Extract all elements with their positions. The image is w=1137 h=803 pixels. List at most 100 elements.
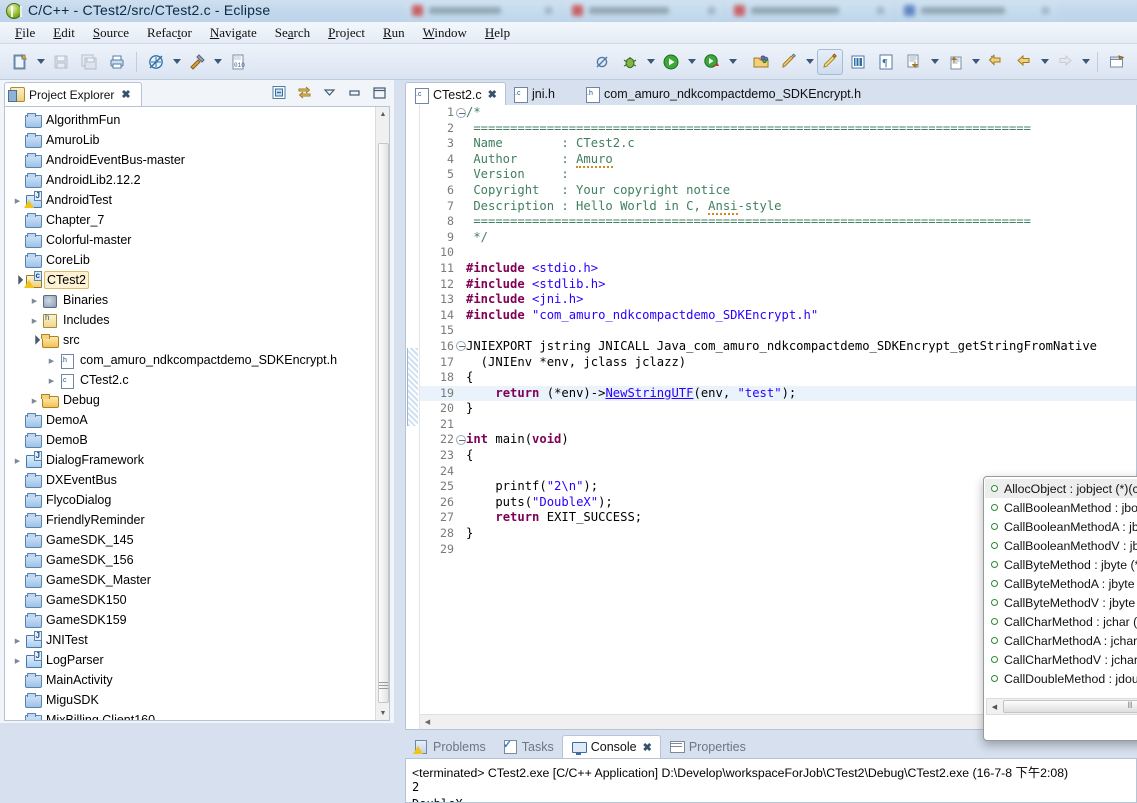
tab-tasks[interactable]: Tasks xyxy=(494,735,562,758)
proposal-item[interactable]: CallByteMethodA : jbyte (*)(const JNINat… xyxy=(985,574,1137,593)
proposal-item[interactable]: CallCharMethodA : jchar (*)(const JNINat… xyxy=(985,631,1137,650)
binary-010-icon[interactable]: 010 xyxy=(225,49,251,75)
scrollbar-thumb[interactable] xyxy=(378,143,389,703)
code-line[interactable]: 4 Author : Amuro xyxy=(420,152,1136,168)
menu-item-project[interactable]: Project xyxy=(319,23,374,43)
menu-item-search[interactable]: Search xyxy=(266,23,319,43)
build-all-icon[interactable] xyxy=(143,49,169,75)
tree-item-corelib[interactable]: CoreLib xyxy=(5,250,389,270)
tree-item-debug[interactable]: Debug xyxy=(5,390,389,410)
fold-toggle-icon[interactable] xyxy=(456,435,466,445)
code-line[interactable]: 15 xyxy=(420,323,1136,339)
search-caret[interactable] xyxy=(803,49,816,75)
tab-sdkencrypt-h[interactable]: com_amuro_ndkcompactdemo_SDKEncrypt.h xyxy=(577,82,869,106)
tree-item-gamesdk-156[interactable]: GameSDK_156 xyxy=(5,550,389,570)
previous-annotation-icon[interactable] xyxy=(942,49,968,75)
skip-breakpoints-icon[interactable] xyxy=(589,49,615,75)
tab-jni-h[interactable]: jni.h xyxy=(505,82,563,106)
scroll-up-icon[interactable]: ▲ xyxy=(376,107,390,121)
proposal-item[interactable]: CallBooleanMethodV : jboolean (*)(const … xyxy=(985,536,1137,555)
tree-item-jnitest[interactable]: JNITest xyxy=(5,630,389,650)
code-line[interactable]: 14#include "com_amuro_ndkcompactdemo_SDK… xyxy=(420,308,1136,324)
maximize-icon[interactable] xyxy=(371,84,388,101)
assist-horizontal-scrollbar[interactable]: ◀ ▶ xyxy=(986,698,1137,715)
external-tools-caret[interactable] xyxy=(726,49,739,75)
new-file-icon[interactable] xyxy=(7,49,33,75)
tab-project-explorer[interactable]: Project Explorer ✖ xyxy=(4,82,142,106)
scroll-left-icon[interactable]: ◀ xyxy=(420,715,435,729)
pilcrow-icon[interactable]: ¶ xyxy=(873,49,899,75)
code-line[interactable]: 19 return (*env)->NewStringUTF(env, "tes… xyxy=(420,386,1136,402)
tree-item-ctest2[interactable]: CTest2 xyxy=(5,270,389,290)
collapse-all-icon[interactable] xyxy=(271,84,288,101)
expand-arrow-closed-icon[interactable] xyxy=(45,356,58,365)
code-line[interactable]: 17 (JNIEnv *env, jclass jclazz) xyxy=(420,355,1136,371)
code-line[interactable]: 5 Version : xyxy=(420,167,1136,183)
tree-item-androidlib2-12-2[interactable]: AndroidLib2.12.2 xyxy=(5,170,389,190)
tree-item-gamesdk150[interactable]: GameSDK150 xyxy=(5,590,389,610)
proposal-item[interactable]: CallCharMethodV : jchar (*)(const JNINat… xyxy=(985,650,1137,669)
tree-item-amurolib[interactable]: AmuroLib xyxy=(5,130,389,150)
minimize-icon[interactable] xyxy=(346,84,363,101)
code-line[interactable]: 8 ======================================… xyxy=(420,214,1136,230)
expand-arrow-closed-icon[interactable] xyxy=(45,376,58,385)
code-line[interactable]: 12#include <stdlib.h> xyxy=(420,277,1136,293)
forward-caret[interactable] xyxy=(1079,49,1092,75)
tree-item-colorful-master[interactable]: Colorful-master xyxy=(5,230,389,250)
menu-item-window[interactable]: Window xyxy=(414,23,476,43)
tree-item-mainactivity[interactable]: MainActivity xyxy=(5,670,389,690)
expand-arrow-closed-icon[interactable] xyxy=(11,636,24,645)
code-line[interactable]: 16JNIEXPORT jstring JNICALL Java_com_amu… xyxy=(420,339,1136,355)
tree-item-includes[interactable]: Includes xyxy=(5,310,389,330)
tree-item-migusdk[interactable]: MiguSDK xyxy=(5,690,389,710)
scroll-left-icon[interactable]: ◀ xyxy=(987,699,1002,714)
code-line[interactable]: 9 */ xyxy=(420,230,1136,246)
close-icon[interactable]: ✖ xyxy=(643,741,652,754)
project-tree[interactable]: AlgorithmFunAmuroLibAndroidEventBus-mast… xyxy=(4,106,390,721)
tree-item-dxeventbus[interactable]: DXEventBus xyxy=(5,470,389,490)
tab-ctest2-c[interactable]: CTest2.c ✖ xyxy=(405,82,506,106)
menu-item-file[interactable]: File xyxy=(6,23,44,43)
menu-item-navigate[interactable]: Navigate xyxy=(201,23,266,43)
proposal-item[interactable]: CallBooleanMethod : jboolean (*)(const J… xyxy=(985,498,1137,517)
previous-annotation-caret[interactable] xyxy=(969,49,982,75)
proposal-item[interactable]: CallCharMethod : jchar (*)(const JNINati… xyxy=(985,612,1137,631)
view-menu-icon[interactable] xyxy=(321,84,338,101)
fold-toggle-icon[interactable] xyxy=(456,108,466,118)
fold-toggle-icon[interactable] xyxy=(456,341,466,351)
back-icon[interactable] xyxy=(1011,49,1037,75)
expand-arrow-closed-icon[interactable] xyxy=(11,456,24,465)
debug-bug-icon[interactable] xyxy=(617,49,643,75)
code-line[interactable]: 20} xyxy=(420,401,1136,417)
run-icon[interactable] xyxy=(658,49,684,75)
expand-arrow-closed-icon[interactable] xyxy=(28,316,41,325)
menu-item-refactor[interactable]: Refactor xyxy=(138,23,201,43)
code-line[interactable]: 22int main(void) xyxy=(420,432,1136,448)
menu-item-help[interactable]: Help xyxy=(476,23,519,43)
expand-arrow-closed-icon[interactable] xyxy=(11,656,24,665)
tree-item-logparser[interactable]: LogParser xyxy=(5,650,389,670)
tree-item-androidtest[interactable]: AndroidTest xyxy=(5,190,389,210)
expand-arrow-open-icon[interactable] xyxy=(11,275,24,286)
next-annotation-caret[interactable] xyxy=(928,49,941,75)
code-line[interactable]: 23{ xyxy=(420,448,1136,464)
build-hammer-icon[interactable] xyxy=(184,49,210,75)
tree-item-dialogframework[interactable]: DialogFramework xyxy=(5,450,389,470)
show-whitespace-icon[interactable] xyxy=(845,49,871,75)
debug-caret[interactable] xyxy=(644,49,657,75)
expand-arrow-closed-icon[interactable] xyxy=(28,396,41,405)
tree-item-src[interactable]: src xyxy=(5,330,389,350)
last-edit-location-icon[interactable] xyxy=(983,49,1009,75)
code-line[interactable]: 7 Description : Hello World in C, Ansi-s… xyxy=(420,199,1136,215)
tree-item-gamesdk159[interactable]: GameSDK159 xyxy=(5,610,389,630)
new-window-icon[interactable] xyxy=(1104,49,1130,75)
code-line[interactable]: 3 Name : CTest2.c xyxy=(420,136,1136,152)
proposal-item[interactable]: CallDoubleMethod : jdouble (*)(const JNI… xyxy=(985,669,1137,688)
tree-item-androideventbus-master[interactable]: AndroidEventBus-master xyxy=(5,150,389,170)
code-line[interactable]: 18{ xyxy=(420,370,1136,386)
expand-arrow-open-icon[interactable] xyxy=(28,335,41,346)
external-tools-icon[interactable] xyxy=(699,49,725,75)
code-line[interactable]: 2 ======================================… xyxy=(420,121,1136,137)
expand-arrow-closed-icon[interactable] xyxy=(28,296,41,305)
proposal-item[interactable]: CallBooleanMethodA : jboolean (*)(const … xyxy=(985,517,1137,536)
